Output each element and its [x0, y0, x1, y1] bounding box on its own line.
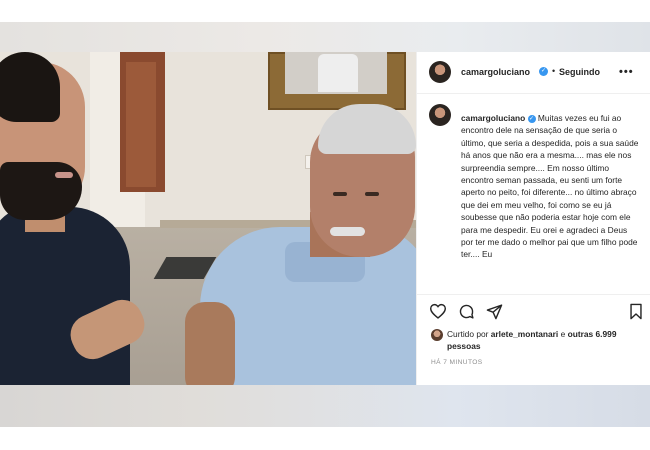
post-header: camargoluciano ✓ • Seguindo ••• [417, 52, 650, 94]
photo-old-man-eye [333, 192, 347, 196]
heart-icon[interactable] [429, 303, 447, 319]
author-username[interactable]: camargoluciano [461, 67, 530, 77]
liked-by-username[interactable]: arlete_montanari [491, 329, 559, 339]
caption-author-username[interactable]: camargoluciano [461, 113, 525, 123]
likes-prefix: Curtido por [447, 329, 489, 339]
likes-text: Curtido por arlete_montanari e outras 6.… [447, 328, 637, 352]
photo-young-man-mouth [55, 172, 73, 178]
post-caption: camargoluciano ✓ Muitas vezes eu fui ao … [461, 112, 641, 261]
actions-divider [417, 294, 650, 295]
post-side-panel: camargoluciano ✓ • Seguindo ••• camargol… [416, 52, 650, 386]
comment-icon[interactable] [458, 303, 475, 320]
likes-joiner: e [560, 329, 566, 339]
caption-text: Muitas vezes eu fui ao encontro dele na … [461, 113, 639, 260]
bookmark-icon[interactable] [629, 303, 643, 320]
verified-badge-icon: ✓ [539, 67, 548, 76]
top-blur-band [0, 22, 650, 52]
post-timestamp[interactable]: HÁ 7 MINUTOS [431, 359, 483, 366]
share-icon[interactable] [486, 303, 503, 320]
caption-verified-badge-icon: ✓ [527, 114, 536, 123]
photo-young-man-beard [0, 162, 82, 220]
post-photo[interactable] [0, 52, 416, 386]
photo-frame-figure [318, 54, 358, 92]
header-separator: • [552, 66, 556, 76]
more-options-icon[interactable]: ••• [619, 66, 634, 78]
author-avatar[interactable] [429, 61, 451, 83]
instagram-post: camargoluciano ✓ • Seguindo ••• camargol… [0, 52, 650, 386]
caption-author-avatar[interactable] [429, 104, 451, 126]
likes-summary: Curtido por arlete_montanari e outras 6.… [431, 328, 641, 356]
liker-avatar[interactable] [431, 329, 443, 341]
following-button[interactable]: Seguindo [559, 67, 600, 77]
photo-door-panel [126, 62, 156, 187]
photo-old-man-arm [185, 302, 235, 386]
bottom-blur-band [0, 385, 650, 427]
photo-old-man-mustache [330, 227, 365, 236]
caption-scroll-area[interactable]: camargoluciano ✓ Muitas vezes eu fui ao … [417, 94, 650, 294]
photo-old-man-eye [365, 192, 379, 196]
photo-young-man-shirt [0, 207, 130, 386]
